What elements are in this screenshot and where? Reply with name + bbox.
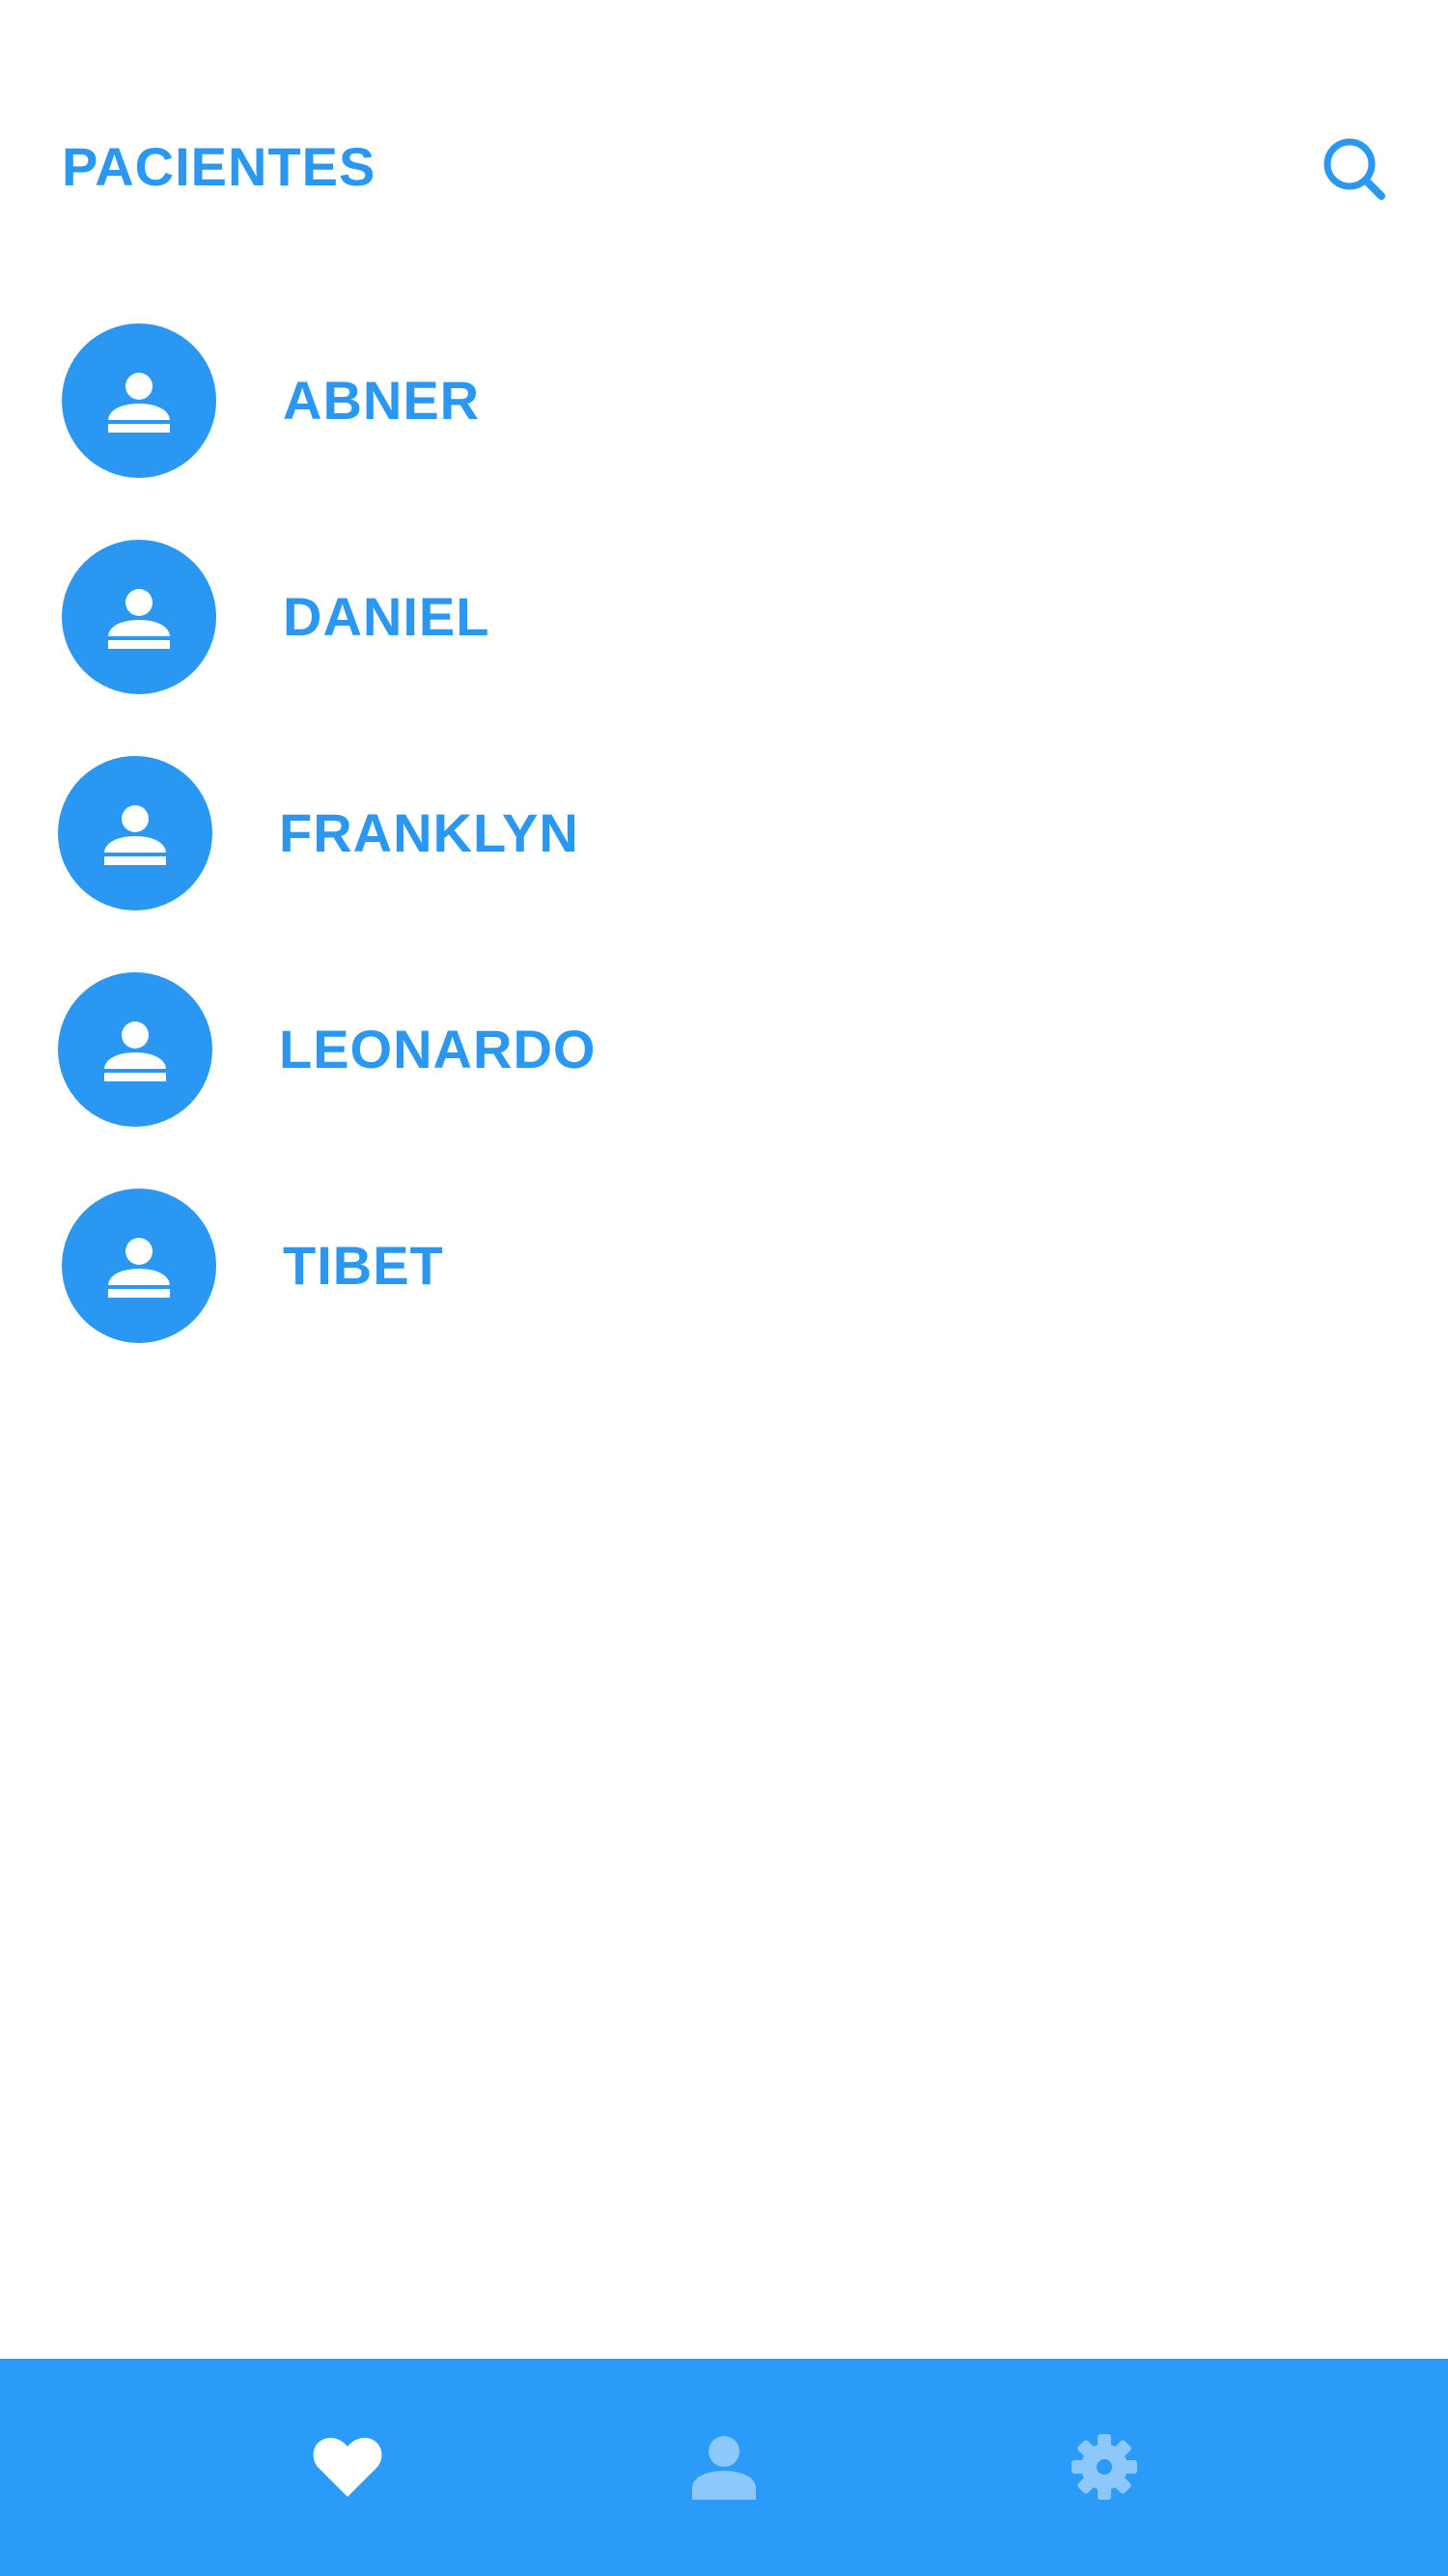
page-title: PACIENTES	[62, 136, 376, 197]
app-header: PACIENTES	[0, 0, 1448, 290]
patient-item-franklyn[interactable]: FRANKLYN	[0, 742, 1448, 925]
person-icon	[108, 589, 170, 649]
avatar	[62, 1189, 216, 1343]
nav-favorites[interactable]	[299, 2419, 396, 2515]
patients-screen: PACIENTES ABNER DANIEL FRANKLYN LEONARDO…	[0, 0, 1448, 2576]
bottom-navigation	[0, 2359, 1448, 2576]
patient-name: ABNER	[283, 370, 481, 431]
gear-icon	[1072, 2434, 1137, 2500]
patient-name: FRANKLYN	[279, 802, 579, 863]
patient-name: LEONARDO	[279, 1019, 597, 1079]
heart-icon	[313, 2437, 382, 2497]
patient-item-tibet[interactable]: TIBET	[0, 1174, 1448, 1358]
avatar	[62, 540, 216, 694]
avatar	[58, 756, 212, 910]
avatar	[58, 972, 212, 1127]
person-icon	[104, 1022, 166, 1081]
patient-item-abner[interactable]: ABNER	[0, 309, 1448, 492]
nav-settings[interactable]	[1056, 2419, 1153, 2515]
patient-name: TIBET	[283, 1235, 444, 1296]
person-icon	[108, 373, 170, 433]
search-button[interactable]	[1313, 127, 1396, 210]
person-icon	[104, 805, 166, 865]
patient-item-leonardo[interactable]: LEONARDO	[0, 958, 1448, 1141]
avatar	[62, 323, 216, 478]
search-icon	[1323, 138, 1385, 200]
nav-patients[interactable]	[676, 2419, 772, 2515]
patient-item-daniel[interactable]: DANIEL	[0, 525, 1448, 709]
person-icon	[692, 2436, 756, 2500]
person-icon	[108, 1238, 170, 1298]
patient-name: DANIEL	[283, 586, 490, 647]
